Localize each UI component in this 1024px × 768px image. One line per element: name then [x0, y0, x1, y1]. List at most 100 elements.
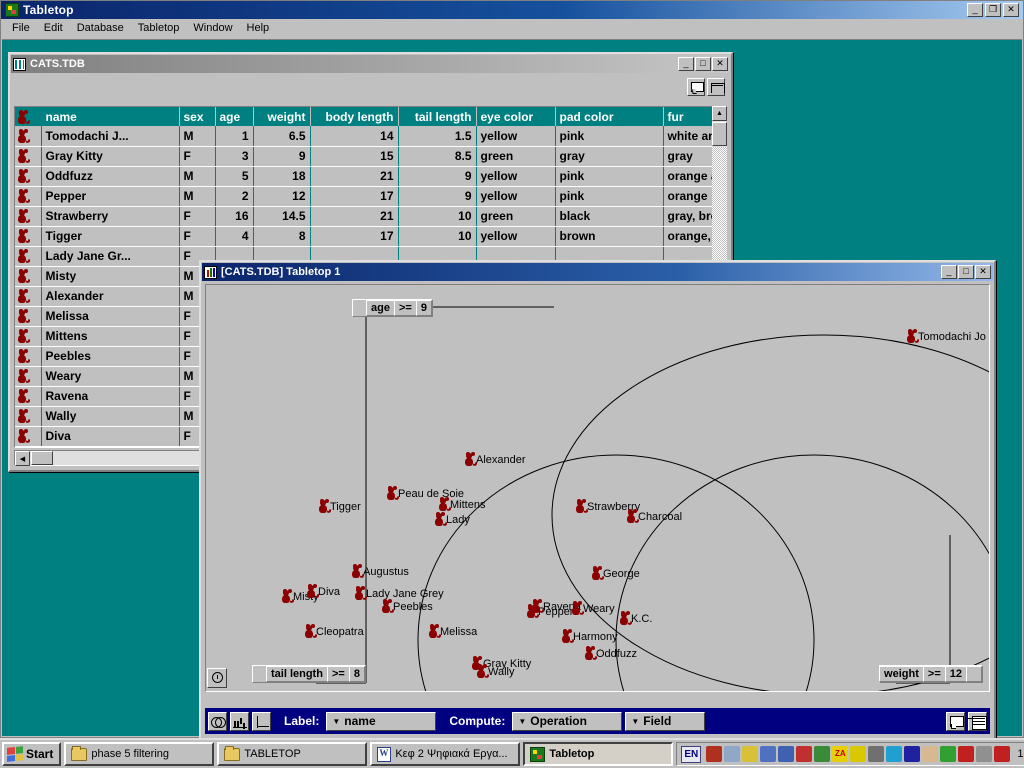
- cats-close-button[interactable]: ✕: [712, 57, 728, 71]
- age-filter-handle[interactable]: [353, 300, 367, 316]
- venn-point[interactable]: George: [591, 567, 640, 581]
- label-field-dropdown[interactable]: ▼ name: [326, 711, 437, 731]
- age-filter-field[interactable]: age: [366, 300, 395, 316]
- cats-maximize-button[interactable]: □: [695, 57, 711, 71]
- venn-point[interactable]: Wally: [476, 665, 514, 679]
- taskbar-clock[interactable]: 10:26 πμ: [1017, 748, 1024, 760]
- venn-point[interactable]: Oddfuzz: [584, 647, 637, 661]
- stopwatch-icon[interactable]: [207, 668, 227, 688]
- start-button[interactable]: Start: [2, 742, 62, 766]
- menu-item-file[interactable]: File: [5, 20, 37, 36]
- network-error-icon[interactable]: [796, 746, 813, 762]
- table-row[interactable]: Pepper M 2 12 17 9 yellow pink orange: [15, 186, 726, 207]
- tabletop-chart-titlebar[interactable]: [CATS.TDB] Tabletop 1 _ □ ✕: [202, 263, 993, 281]
- hand-icon[interactable]: [922, 746, 939, 762]
- column-header-age[interactable]: age: [215, 107, 254, 126]
- app-minimize-button[interactable]: _: [967, 3, 983, 17]
- menu-item-database[interactable]: Database: [70, 20, 131, 36]
- ati-icon[interactable]: [958, 746, 975, 762]
- venn-point[interactable]: Harmony: [561, 630, 618, 644]
- display-icon[interactable]: [976, 746, 993, 762]
- comment-icon[interactable]: [687, 78, 705, 96]
- zonealarm-icon[interactable]: ZA: [832, 746, 849, 762]
- note-icon[interactable]: [946, 711, 965, 731]
- cats-tdb-titlebar[interactable]: CATS.TDB _ □ ✕: [11, 55, 730, 73]
- block-icon[interactable]: [868, 746, 885, 762]
- weight-filter-box[interactable]: weight >= 12: [879, 665, 983, 683]
- taskbar-button[interactable]: Tabletop: [523, 742, 674, 766]
- age-filter-box[interactable]: age >= 9: [352, 299, 433, 317]
- venn-set-outline-2[interactable]: [615, 454, 990, 692]
- syringe-icon[interactable]: [940, 746, 957, 762]
- column-header-name[interactable]: name: [41, 107, 180, 126]
- table-row[interactable]: Gray Kitty F 3 9 15 8.5 green gray gray: [15, 146, 726, 167]
- venn-point[interactable]: Augustus: [351, 565, 409, 579]
- taskbar-button[interactable]: TABLETOP: [217, 742, 368, 766]
- table-row[interactable]: TiggerF481710yellowbrownorange, black,: [15, 226, 726, 247]
- column-header-body-length[interactable]: body length: [310, 107, 399, 126]
- venn-view-icon[interactable]: [208, 711, 227, 731]
- monitor-icon[interactable]: [778, 746, 795, 762]
- table-row[interactable]: StrawberryF1614.52110greenblackgray, bro…: [15, 206, 726, 227]
- venn-point[interactable]: Diva: [306, 585, 340, 599]
- venn-point[interactable]: Cleopatra: [304, 625, 364, 639]
- menu-item-tabletop[interactable]: Tabletop: [131, 20, 187, 36]
- scan-icon[interactable]: [814, 746, 831, 762]
- taskbar-button[interactable]: Κεφ 2 Ψηφιακά Εργα...: [370, 742, 521, 766]
- plot-view-icon[interactable]: [252, 711, 271, 731]
- application-titlebar[interactable]: Tabletop _ ❐ ✕: [1, 1, 1023, 19]
- venn-point[interactable]: Charcoal: [626, 510, 682, 524]
- language-indicator[interactable]: EN: [681, 745, 702, 763]
- triangle-icon[interactable]: [724, 746, 741, 762]
- vertical-scroll-thumb[interactable]: [712, 122, 727, 146]
- venn-point[interactable]: Mittens: [438, 498, 485, 512]
- weight-filter-field[interactable]: weight: [879, 666, 924, 682]
- operation-dropdown[interactable]: ▼ Operation: [512, 711, 623, 731]
- venn-point[interactable]: Melissa: [428, 625, 477, 639]
- paint-icon[interactable]: [742, 746, 759, 762]
- app-restore-button[interactable]: ❐: [985, 3, 1001, 17]
- tail-length-filter-operator[interactable]: >=: [326, 666, 350, 682]
- column-header-tail-length[interactable]: tail length: [398, 107, 477, 126]
- quicktime-icon[interactable]: [886, 746, 903, 762]
- dragon-icon[interactable]: [706, 746, 723, 762]
- tt-minimize-button[interactable]: _: [941, 265, 957, 279]
- tail-length-filter-handle[interactable]: [253, 666, 267, 682]
- weight-filter-handle[interactable]: [966, 666, 982, 682]
- venn-point[interactable]: Weary: [571, 602, 615, 616]
- tail-length-filter-box[interactable]: tail length >= 8: [252, 665, 366, 683]
- age-filter-value[interactable]: 9: [415, 300, 432, 316]
- table-row[interactable]: Tomodachi J... M 1 6.5 14 1.5 yellow pink white …: [15, 126, 726, 147]
- venn-point[interactable]: Tigger: [318, 500, 361, 514]
- horizontal-scroll-thumb[interactable]: [31, 451, 53, 465]
- taskbar-button[interactable]: phase 5 filtering: [64, 742, 215, 766]
- menu-item-window[interactable]: Window: [186, 20, 239, 36]
- tt-maximize-button[interactable]: □: [958, 265, 974, 279]
- weight-filter-value[interactable]: 12: [944, 666, 967, 682]
- venn-point[interactable]: Alexander: [464, 453, 526, 467]
- venn-diagram-canvas[interactable]: Tomodachi Jo Alexander Peau de Soie Mittens…: [205, 284, 990, 692]
- cats-minimize-button[interactable]: _: [678, 57, 694, 71]
- weight-filter-operator[interactable]: >=: [922, 666, 946, 682]
- pencil-icon[interactable]: [850, 746, 867, 762]
- network-icon[interactable]: [760, 746, 777, 762]
- table-row[interactable]: OddfuzzM518219yellowpinkorange and wh: [15, 166, 726, 187]
- menu-item-help[interactable]: Help: [240, 20, 277, 36]
- scroll-up-button[interactable]: ▲: [712, 106, 727, 121]
- menu-item-edit[interactable]: Edit: [37, 20, 70, 36]
- histogram-view-icon[interactable]: [230, 711, 249, 731]
- app-close-button[interactable]: ✕: [1003, 3, 1019, 17]
- field-dropdown[interactable]: ▼ Field: [625, 711, 706, 731]
- venn-point[interactable]: Peebles: [381, 600, 433, 614]
- wireless-icon[interactable]: [904, 746, 921, 762]
- column-header-pad-color[interactable]: pad color: [555, 107, 664, 126]
- column-header-weight[interactable]: weight: [253, 107, 311, 126]
- shield-icon[interactable]: [994, 746, 1011, 762]
- age-filter-operator[interactable]: >=: [393, 300, 417, 316]
- venn-point[interactable]: Tomodachi Jo: [906, 330, 986, 344]
- column-header-sex[interactable]: sex: [179, 107, 216, 126]
- tail-length-filter-value[interactable]: 8: [348, 666, 365, 682]
- tail-length-filter-field[interactable]: tail length: [266, 666, 328, 682]
- table-icon[interactable]: [968, 711, 987, 731]
- venn-point[interactable]: Lady: [434, 513, 470, 527]
